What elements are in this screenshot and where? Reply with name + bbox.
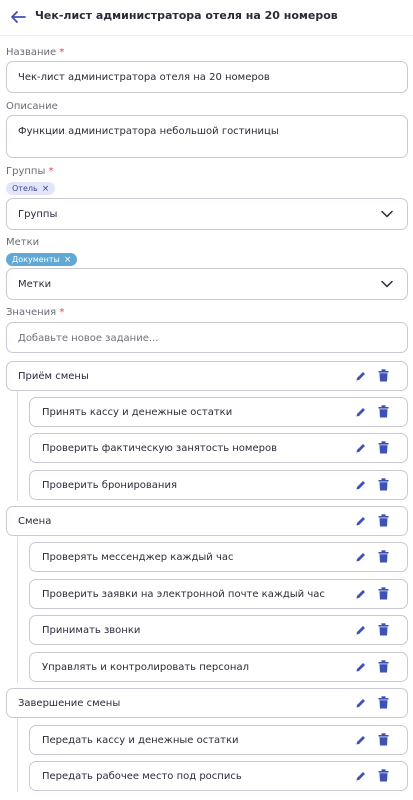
- task-row[interactable]: Проверять мессенджер каждый час: [29, 542, 408, 572]
- pencil-icon[interactable]: [355, 734, 367, 746]
- trash-icon[interactable]: [378, 369, 389, 382]
- name-label: Название *: [6, 47, 64, 58]
- task-row[interactable]: Управлять и контролировать персонал: [29, 652, 408, 682]
- tag-chip: Документы ×: [6, 253, 78, 266]
- task-group-row[interactable]: Смена: [6, 506, 408, 536]
- task-group-row[interactable]: Завершение смены: [6, 688, 408, 718]
- pencil-icon[interactable]: [355, 551, 367, 563]
- task-row[interactable]: Передать рабочее место под роспись: [29, 761, 408, 791]
- values-label-text: Значения: [6, 307, 57, 318]
- chevron-down-icon: [381, 280, 393, 288]
- task-label: Передать рабочее место под роспись: [42, 771, 242, 782]
- task-group-row[interactable]: Приём смены: [6, 361, 408, 391]
- task-label: Проверить бронирования: [42, 480, 177, 491]
- task-group-label: Приём смены: [18, 371, 89, 382]
- trash-icon[interactable]: [378, 478, 389, 491]
- description-field-value: Функции администратора небольшой гостини…: [18, 126, 279, 137]
- chip-remove-icon[interactable]: ×: [64, 255, 72, 265]
- values-label: Значения *: [6, 307, 64, 318]
- task-label: Проверять мессенджер каждый час: [42, 552, 234, 563]
- trash-icon[interactable]: [378, 441, 389, 454]
- trash-icon[interactable]: [378, 660, 389, 673]
- required-mark: *: [59, 47, 65, 58]
- trash-icon[interactable]: [378, 405, 389, 418]
- top-bar: Чек-лист администратора отеля на 20 номе…: [0, 0, 413, 36]
- trash-icon[interactable]: [378, 733, 389, 746]
- pencil-icon[interactable]: [355, 624, 367, 636]
- tags-label: Метки: [6, 237, 40, 248]
- group-chip-label: Отель: [12, 184, 38, 193]
- pencil-icon[interactable]: [355, 479, 367, 491]
- groups-select[interactable]: Группы: [6, 198, 408, 230]
- trash-icon[interactable]: [378, 623, 389, 636]
- trash-icon[interactable]: [378, 769, 389, 782]
- task-group-label: Завершение смены: [18, 698, 121, 709]
- page-title: Чек-лист администратора отеля на 20 номе…: [35, 9, 338, 22]
- task-row[interactable]: Принять кассу и денежные остатки: [29, 397, 408, 427]
- task-label: Проверить фактическую занятость номеров: [42, 443, 277, 454]
- task-row[interactable]: Проверить бронирования: [29, 470, 408, 500]
- pencil-icon[interactable]: [355, 661, 367, 673]
- name-label-text: Название: [6, 47, 57, 58]
- groups-label-text: Группы: [6, 166, 46, 177]
- task-row[interactable]: Проверить фактическую занятость номеров: [29, 433, 408, 463]
- tree-line: [17, 718, 18, 792]
- tags-select-placeholder: Метки: [18, 279, 52, 290]
- task-group-label: Смена: [18, 516, 52, 527]
- name-field[interactable]: Чек-лист администратора отеля на 20 номе…: [6, 61, 408, 93]
- trash-icon[interactable]: [378, 550, 389, 563]
- pencil-icon[interactable]: [355, 770, 367, 782]
- chip-remove-icon[interactable]: ×: [42, 184, 50, 194]
- tree-line: [17, 537, 18, 683]
- new-task-placeholder: Добавьте новое задание...: [18, 333, 159, 344]
- pencil-icon[interactable]: [355, 588, 367, 600]
- task-row[interactable]: Передать кассу и денежные остатки: [29, 725, 408, 755]
- tag-chip-label: Документы: [12, 255, 60, 264]
- task-row[interactable]: Проверить заявки на электронной почте ка…: [29, 579, 408, 609]
- task-row[interactable]: Принимать звонки: [29, 615, 408, 645]
- chevron-down-icon: [381, 210, 393, 218]
- task-label: Принимать звонки: [42, 625, 141, 636]
- trash-icon[interactable]: [378, 696, 389, 709]
- tags-select[interactable]: Метки: [6, 268, 408, 300]
- task-label: Управлять и контролировать персонал: [42, 662, 249, 673]
- groups-select-placeholder: Группы: [18, 209, 58, 220]
- description-field[interactable]: Функции администратора небольшой гостини…: [6, 115, 408, 158]
- task-label: Передать кассу и денежные остатки: [42, 735, 239, 746]
- pencil-icon[interactable]: [355, 515, 367, 527]
- pencil-icon[interactable]: [355, 370, 367, 382]
- required-mark: *: [59, 307, 65, 318]
- trash-icon[interactable]: [378, 587, 389, 600]
- pencil-icon[interactable]: [355, 697, 367, 709]
- task-label: Принять кассу и денежные остатки: [42, 407, 233, 418]
- name-field-value: Чек-лист администратора отеля на 20 номе…: [18, 72, 270, 83]
- description-label: Описание: [6, 101, 58, 112]
- group-chip: Отель ×: [6, 182, 56, 195]
- tree-line: [17, 391, 18, 501]
- arrow-left-icon[interactable]: [9, 9, 27, 25]
- trash-icon[interactable]: [378, 514, 389, 527]
- pencil-icon[interactable]: [355, 442, 367, 454]
- required-mark: *: [48, 166, 54, 177]
- new-task-input[interactable]: Добавьте новое задание...: [6, 322, 408, 353]
- pencil-icon[interactable]: [355, 406, 367, 418]
- task-label: Проверить заявки на электронной почте ка…: [42, 589, 325, 600]
- groups-label: Группы *: [6, 166, 54, 177]
